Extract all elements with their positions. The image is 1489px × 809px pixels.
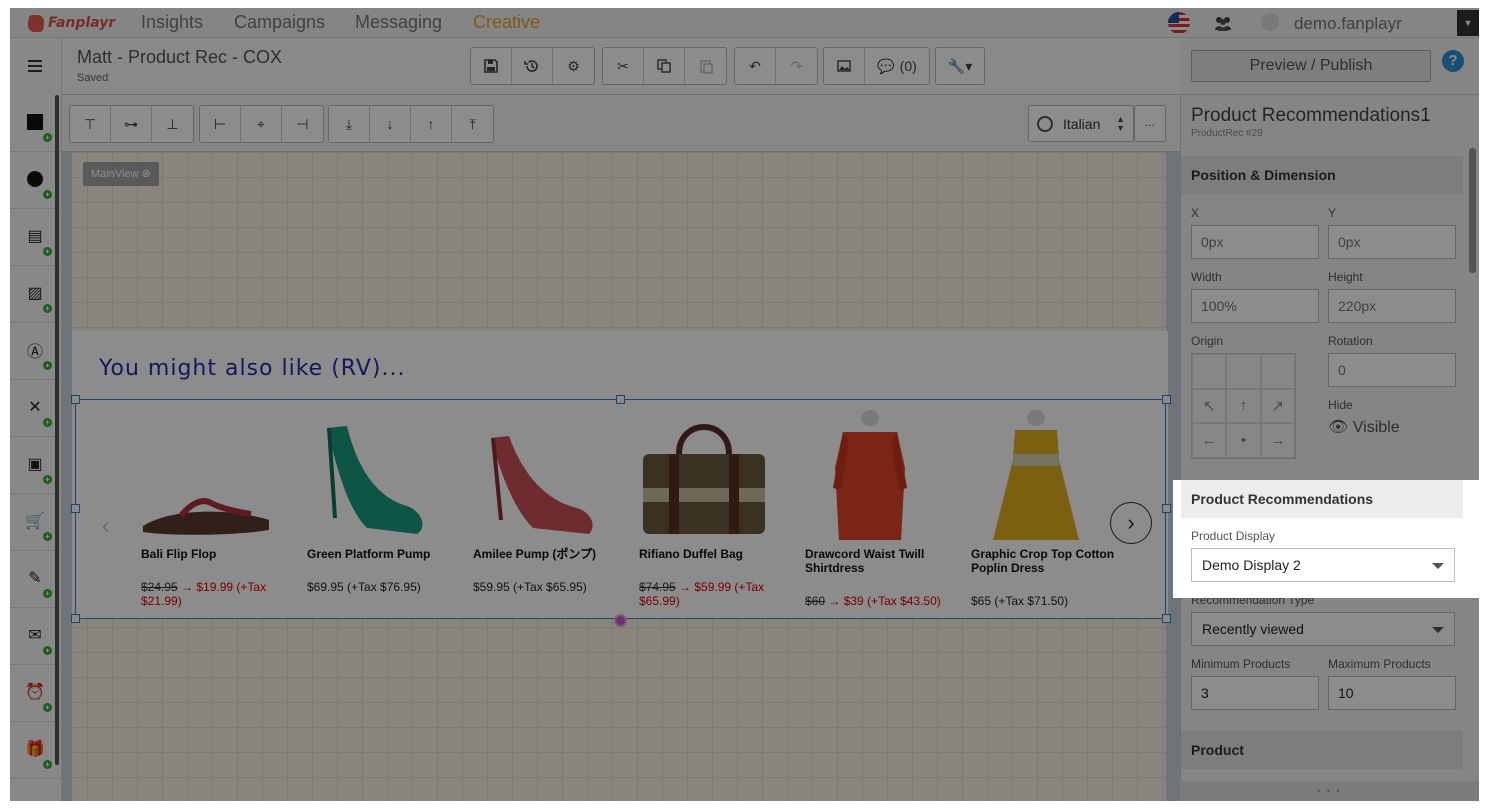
product-display-value: Demo Display 2 — [1202, 557, 1301, 573]
dim-overlay — [10, 598, 1479, 801]
product-display-label: Product Display — [1191, 529, 1276, 543]
product-display-select[interactable]: Demo Display 2 — [1191, 548, 1455, 582]
dim-overlay — [10, 480, 1173, 598]
dim-overlay — [10, 8, 1479, 480]
app-window: Fanplayr Insights Campaigns Messaging Cr… — [10, 8, 1479, 801]
section-product-recommendations[interactable]: Product Recommendations — [1181, 480, 1463, 518]
caret-down-icon — [1432, 563, 1444, 569]
